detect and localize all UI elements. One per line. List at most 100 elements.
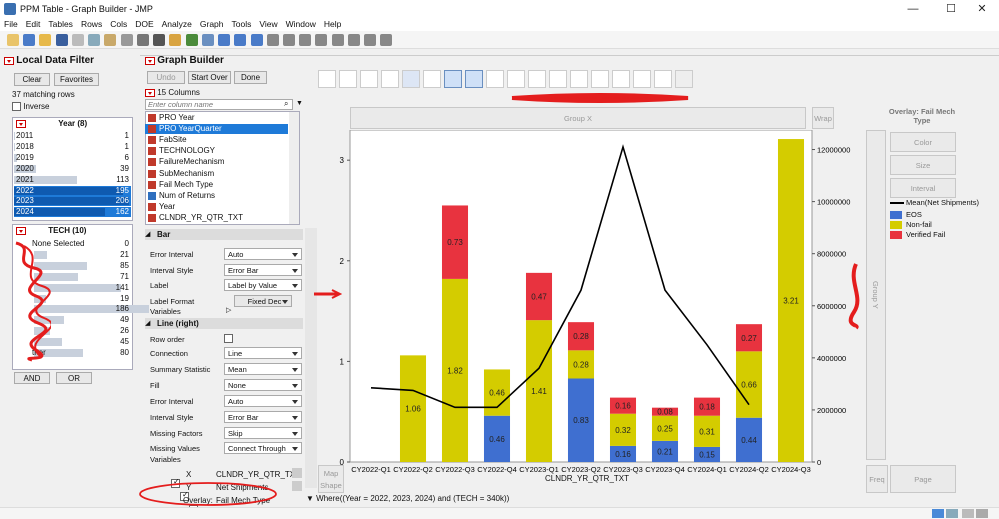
year-row[interactable]: 2011 1	[14, 131, 131, 141]
size-zone[interactable]: Size	[890, 155, 956, 175]
bar-prop-dropdown[interactable]: Auto	[224, 248, 302, 260]
line-prop-dropdown[interactable]: Auto	[224, 394, 302, 407]
layout-icon[interactable]	[136, 34, 149, 46]
row-order-checkbox[interactable]	[224, 334, 233, 344]
mosaic-icon[interactable]	[570, 70, 588, 88]
menu-doe[interactable]: DOE	[131, 18, 157, 30]
heatmap-icon[interactable]	[402, 70, 420, 88]
inverse-checkbox-row[interactable]: Inverse	[12, 102, 49, 112]
menu-tools[interactable]: Tools	[228, 18, 256, 30]
menu-cols[interactable]: Cols	[106, 18, 131, 30]
menu-view[interactable]: View	[255, 18, 281, 30]
column-item[interactable]: FabSite	[145, 135, 288, 145]
group-x-zone[interactable]: Group X	[350, 107, 806, 129]
color-zone[interactable]: Color	[890, 132, 956, 152]
window-list-icon[interactable]	[201, 34, 214, 46]
brush-tool-icon[interactable]	[282, 34, 295, 46]
paste-icon[interactable]	[104, 34, 117, 46]
inverse-checkbox[interactable]	[12, 102, 21, 112]
year-row[interactable]: 2019 6	[14, 153, 131, 163]
column-item[interactable]: Num of Returns	[145, 191, 288, 201]
status-tile-icon[interactable]	[976, 509, 988, 518]
selection-tool-icon[interactable]	[250, 34, 263, 46]
favorites-button[interactable]: Favorites	[54, 73, 99, 86]
menu-edit[interactable]: Edit	[22, 18, 45, 30]
year-row[interactable]: 2018 1	[14, 142, 131, 152]
box-plot-icon[interactable]	[507, 70, 525, 88]
columns-header[interactable]: 15 Columns	[145, 88, 200, 97]
hand-tool-icon[interactable]	[266, 34, 279, 46]
year-row[interactable]: 2024 162	[14, 207, 131, 218]
line-prop-dropdown[interactable]: Mean	[224, 362, 302, 375]
start-over-button[interactable]: Start Over	[188, 71, 231, 84]
group-y-zone[interactable]: Group Y	[866, 130, 886, 460]
ellipse-icon[interactable]	[381, 70, 399, 88]
formula-icon[interactable]	[654, 70, 672, 88]
menu-graph[interactable]: Graph	[196, 18, 228, 30]
minimize-button[interactable]: —	[896, 0, 930, 18]
menu-tables[interactable]: Tables	[44, 18, 77, 30]
new-table-icon[interactable]	[7, 34, 19, 46]
bar-prop-dropdown[interactable]: Fixed Dec	[234, 294, 292, 307]
year-row[interactable]: 2021 113	[14, 175, 131, 185]
year-row[interactable]: 2020 39	[14, 164, 131, 174]
status-layout-icon[interactable]	[962, 509, 974, 518]
caption-box-icon[interactable]	[549, 70, 567, 88]
status-window-icon[interactable]	[946, 509, 958, 518]
search-options-chevron-icon[interactable]: ▼	[296, 100, 303, 107]
menu-file[interactable]: File	[0, 18, 22, 30]
line-tool-icon[interactable]	[347, 34, 360, 46]
column-search-input[interactable]	[145, 99, 293, 110]
save-icon[interactable]	[55, 34, 68, 46]
line-prop-dropdown[interactable]: Line	[224, 347, 302, 359]
variable-reorder-icon[interactable]	[292, 468, 302, 478]
line-prop-dropdown[interactable]: Skip	[224, 426, 302, 439]
interval-zone[interactable]: Interval	[890, 178, 956, 198]
and-button[interactable]: AND	[14, 372, 50, 384]
parallel-icon[interactable]	[675, 70, 693, 88]
year-red-triangle-icon[interactable]	[16, 119, 26, 128]
column-item[interactable]: CLNDR_YR_QTR_TXT	[145, 213, 288, 223]
lasso-tool-icon[interactable]	[299, 34, 312, 46]
bar-icon[interactable]	[465, 70, 483, 88]
where-chevron-icon[interactable]: ▼	[306, 494, 314, 503]
x-axis-label[interactable]: CLNDR_YR_QTR_TXT	[545, 474, 629, 483]
overlay-zone-title[interactable]: Overlay: Fail Mech Type	[888, 107, 956, 129]
search-icon[interactable]	[153, 34, 166, 46]
annotate-tool-icon[interactable]	[364, 34, 377, 46]
status-home-icon[interactable]	[932, 509, 944, 518]
line-of-fit-icon[interactable]	[423, 70, 441, 88]
properties-scrollbar[interactable]	[305, 228, 317, 488]
journal-icon[interactable]	[120, 34, 133, 46]
magnifier-tool-icon[interactable]	[315, 34, 328, 46]
page-zone[interactable]: Page	[890, 465, 956, 493]
column-list-scrollbar[interactable]	[289, 112, 299, 224]
search-icon[interactable]: ⌕	[284, 99, 288, 109]
data-table-list-icon[interactable]	[169, 34, 182, 46]
new-script-icon[interactable]	[23, 34, 36, 46]
undo-button[interactable]: Undo	[147, 71, 185, 84]
column-item[interactable]: FailureMechanism	[145, 157, 288, 167]
line-section-header[interactable]: Line (right)	[145, 318, 303, 329]
shape-tool-icon[interactable]	[380, 34, 393, 46]
clear-button[interactable]: Clear	[14, 73, 50, 86]
graph-builder-red-triangle-icon[interactable]	[145, 56, 155, 65]
line-collapse-icon[interactable]: ◢	[145, 319, 150, 327]
smoother-icon[interactable]	[360, 70, 378, 88]
area-icon[interactable]	[486, 70, 504, 88]
bar-prop-dropdown[interactable]: Label by Value	[224, 279, 302, 291]
help-tool-icon[interactable]	[234, 34, 247, 46]
graph-area[interactable]: 0 1 2 3 0 2000000 4000000 6000000 8000000 1000000…	[322, 130, 866, 490]
variable-reorder-icon[interactable]	[292, 481, 302, 491]
column-item[interactable]: TECHNOLOGY	[145, 146, 288, 156]
menu-rows[interactable]: Rows	[77, 18, 106, 30]
pie-icon[interactable]	[591, 70, 609, 88]
open-icon[interactable]	[39, 34, 52, 46]
menu-window[interactable]: Window	[282, 18, 320, 30]
year-row[interactable]: 2022 195	[14, 185, 131, 196]
arrow-tool-icon[interactable]	[218, 34, 231, 46]
variables-expand-icon[interactable]: ▷	[226, 306, 231, 314]
column-item[interactable]: PRO Year	[145, 113, 288, 123]
menu-help[interactable]: Help	[320, 18, 345, 30]
cut-icon[interactable]	[71, 34, 84, 46]
